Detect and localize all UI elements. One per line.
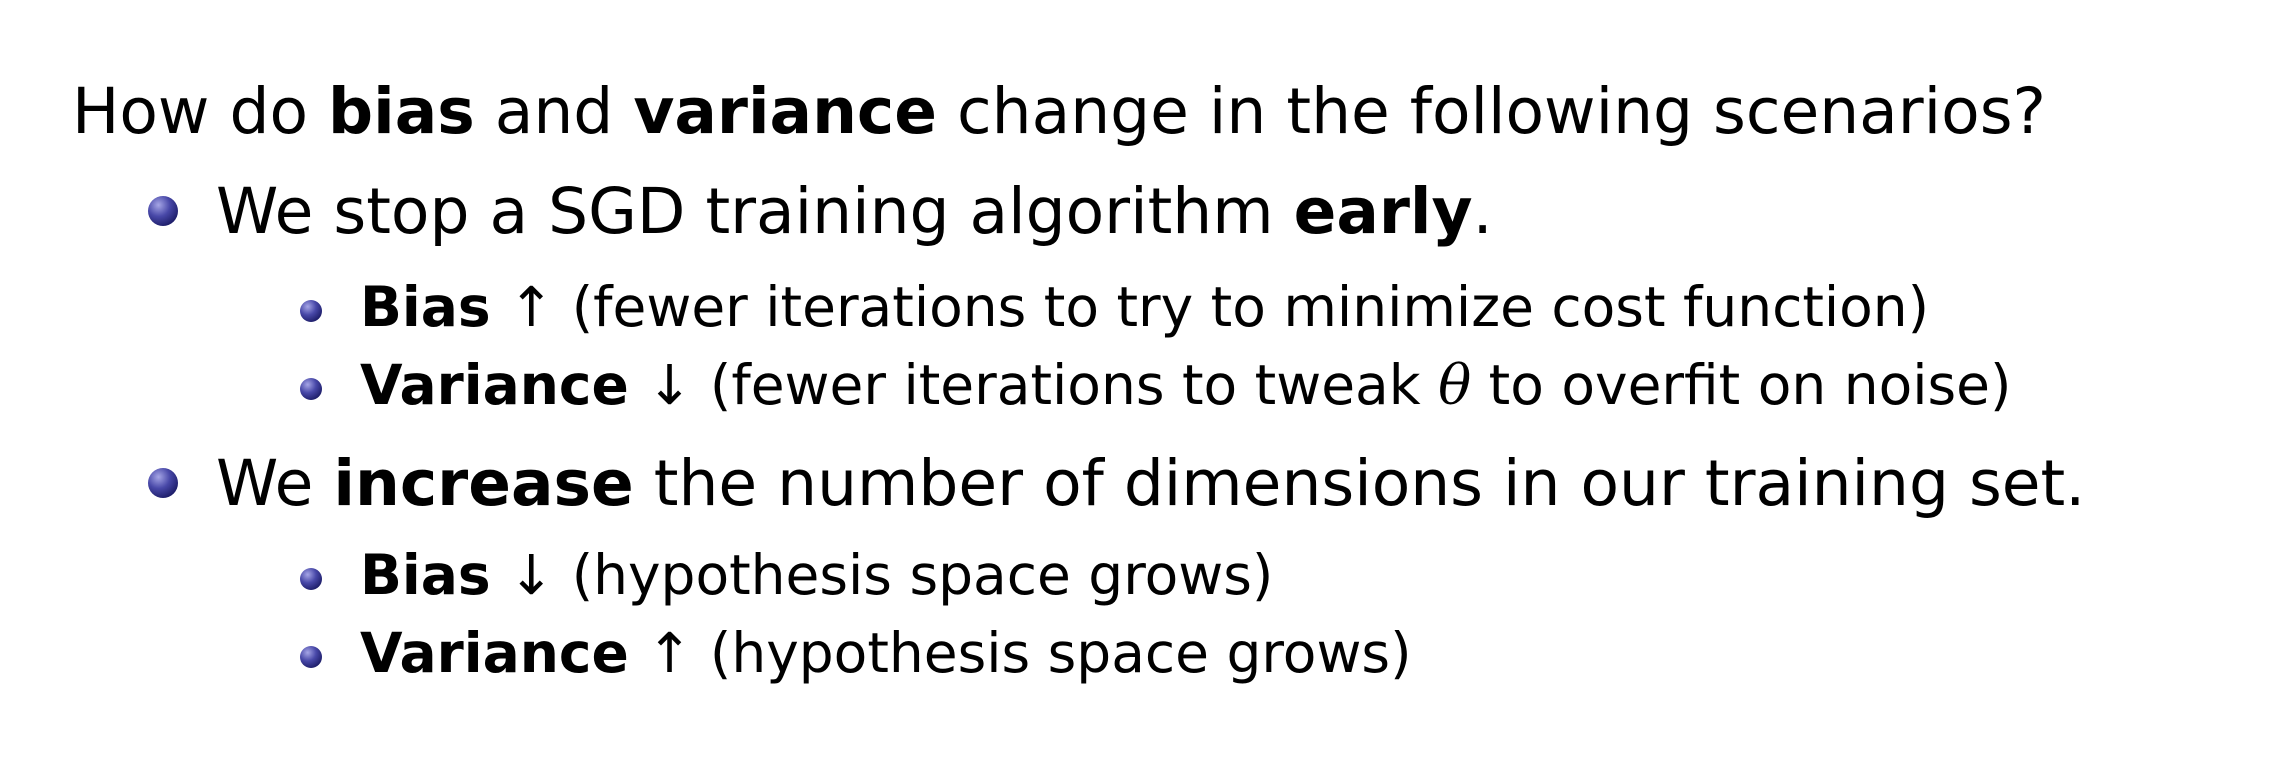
sub-bullet-icon bbox=[300, 646, 322, 668]
sub-bullet-icon bbox=[300, 300, 322, 322]
effect-explanation-before: (fewer iterations to tweak bbox=[709, 353, 1439, 417]
sub-bullet-icon bbox=[300, 378, 322, 400]
scenario-2-prefix: We bbox=[216, 447, 334, 520]
slide: How do bias and variance change in the f… bbox=[0, 0, 2280, 772]
scenario-2-suffix: the number of dimensions in our training… bbox=[633, 447, 2086, 520]
bullet-icon bbox=[148, 196, 178, 226]
question-suffix: change in the following scenarios? bbox=[937, 75, 2046, 148]
effect-explanation: (fewer iterations to try to minimize cos… bbox=[571, 275, 1930, 339]
up-arrow-icon: ↑ bbox=[508, 275, 555, 339]
effect-explanation-after: to overfit on noise) bbox=[1471, 353, 2012, 417]
question-mid: and bbox=[474, 75, 634, 148]
question-variance-term: variance bbox=[633, 75, 937, 148]
effect-explanation: (hypothesis space grows) bbox=[571, 543, 1274, 607]
effect-term: Bias bbox=[360, 275, 491, 339]
scenario-1-variance-effect: Variance ↓ (fewer iterations to tweak θ … bbox=[360, 358, 2011, 413]
scenario-2-bias-effect: Bias ↓ (hypothesis space grows) bbox=[360, 548, 1273, 603]
theta-symbol: θ bbox=[1438, 353, 1472, 417]
scenario-1-bias-effect: Bias ↑ (fewer iterations to try to minim… bbox=[360, 280, 1929, 335]
effect-term: Variance bbox=[360, 621, 629, 685]
question-heading: How do bias and variance change in the f… bbox=[72, 80, 2046, 143]
scenario-2-emphasis: increase bbox=[333, 447, 634, 520]
up-arrow-icon: ↑ bbox=[646, 621, 693, 685]
effect-term: Bias bbox=[360, 543, 491, 607]
scenario-2-variance-effect: Variance ↑ (hypothesis space grows) bbox=[360, 626, 1412, 681]
scenario-1-prefix: We stop a SGD training algorithm bbox=[216, 175, 1294, 248]
scenario-1-text: We stop a SGD training algorithm early. bbox=[216, 180, 1493, 243]
down-arrow-icon: ↓ bbox=[646, 353, 693, 417]
scenario-2-text: We increase the number of dimensions in … bbox=[216, 452, 2085, 515]
effect-explanation: (hypothesis space grows) bbox=[709, 621, 1412, 685]
question-prefix: How do bbox=[72, 75, 329, 148]
effect-term: Variance bbox=[360, 353, 629, 417]
sub-bullet-icon bbox=[300, 568, 322, 590]
scenario-1-suffix: . bbox=[1472, 175, 1493, 248]
question-bias-term: bias bbox=[328, 75, 475, 148]
down-arrow-icon: ↓ bbox=[508, 543, 555, 607]
scenario-1-emphasis: early bbox=[1293, 175, 1473, 248]
bullet-icon bbox=[148, 468, 178, 498]
